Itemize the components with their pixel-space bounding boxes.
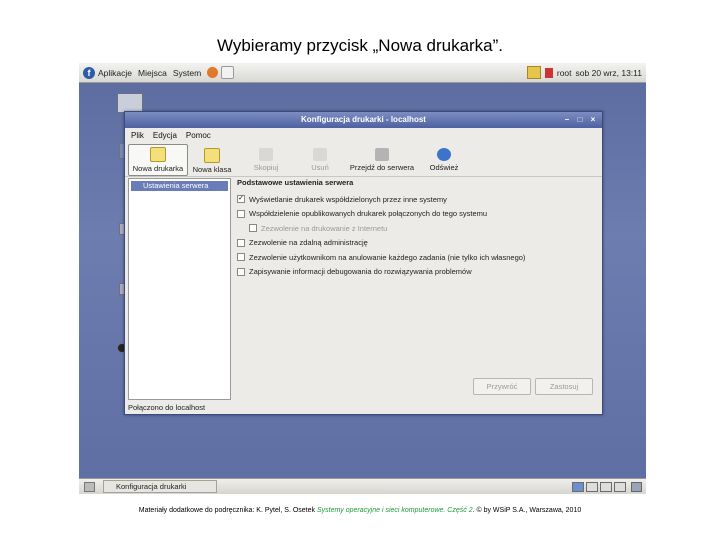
desktop-screen: f Aplikacje Miejsca System root sob 20 w…: [79, 63, 646, 494]
window-titlebar[interactable]: Konfiguracja drukarki - localhost – □ ×: [125, 112, 602, 128]
menu-system[interactable]: System: [173, 68, 201, 78]
toolbar: Nowa drukarka Nowa klasa Skopiuj Usuń Pr…: [125, 142, 602, 177]
menu-file[interactable]: Plik: [131, 131, 144, 140]
copy-button[interactable]: Skopiuj: [236, 146, 296, 176]
apply-button[interactable]: Zastosuj: [535, 378, 593, 395]
checkbox[interactable]: [237, 209, 245, 218]
delete-icon: [313, 148, 327, 161]
taskbar-item-printer-config[interactable]: Konfiguracja drukarki: [103, 480, 217, 493]
user-name: root: [556, 67, 572, 78]
server-icon: [375, 148, 389, 161]
network-icon[interactable]: [544, 67, 553, 78]
slide-footer: Materiały dodatkowe do podręcznika: K. P…: [138, 507, 582, 514]
option-debug-logging[interactable]: Zapisywanie informacji debugowania do ro…: [237, 265, 597, 280]
checkbox[interactable]: [237, 267, 245, 276]
checkbox[interactable]: [249, 224, 257, 233]
clock[interactable]: sob 20 wrz, 13:11: [576, 68, 642, 78]
refresh-icon: [437, 148, 451, 161]
list-item-server-settings[interactable]: Ustawienia serwera: [131, 181, 228, 191]
firefox-icon[interactable]: [207, 67, 219, 78]
menu-edit[interactable]: Edycja: [153, 131, 177, 140]
new-printer-icon: [150, 147, 166, 162]
new-printer-button[interactable]: Nowa drukarka: [128, 144, 188, 176]
maximize-icon[interactable]: □: [575, 115, 585, 125]
printer-config-window: Konfiguracja drukarki - localhost – □ × …: [124, 111, 603, 415]
bottom-panel: Konfiguracja drukarki: [79, 478, 646, 494]
trash-icon[interactable]: [631, 482, 642, 492]
minimize-icon[interactable]: –: [562, 115, 572, 125]
option-share-published[interactable]: Współdzielenie opublikowanych drukarek p…: [237, 207, 597, 222]
option-show-shared[interactable]: ✓ Wyświetlanie drukarek współdzielonych …: [237, 192, 597, 207]
new-class-icon: [204, 148, 220, 163]
goto-server-button[interactable]: Przejdź do serwera: [344, 146, 420, 176]
checkbox[interactable]: [237, 238, 245, 247]
new-class-button[interactable]: Nowa klasa: [182, 146, 242, 176]
show-desktop-icon[interactable]: [84, 482, 95, 492]
status-bar: Połączono do localhost: [128, 403, 206, 412]
menu-applications[interactable]: Aplikacje: [98, 68, 132, 78]
server-settings-pane: Podstawowe ustawienia serwera ✓ Wyświetl…: [237, 178, 597, 398]
fedora-logo-icon[interactable]: f: [83, 66, 95, 79]
checkbox[interactable]: [237, 253, 245, 262]
window-menubar: Plik Edycja Pomoc: [125, 128, 602, 142]
top-panel-right: root sob 20 wrz, 13:11: [523, 63, 642, 82]
option-remote-admin[interactable]: Zezwolenie na zdalną administrację: [237, 236, 597, 251]
footer-book-title: Systemy operacyjne i sieci komputerowe. …: [316, 507, 473, 514]
printer-list: Ustawienia serwera: [128, 178, 231, 400]
close-icon[interactable]: ×: [588, 115, 598, 125]
top-panel: f Aplikacje Miejsca System root sob 20 w…: [79, 63, 646, 83]
mail-icon[interactable]: [221, 66, 235, 79]
option-cancel-any-job[interactable]: Zezwolenie użytkownikom na anulowanie ka…: [237, 250, 597, 265]
delete-button[interactable]: Usuń: [290, 146, 350, 176]
menu-places[interactable]: Miejsca: [138, 68, 167, 78]
window-controls: – □ ×: [559, 112, 598, 125]
computer-desktop-icon[interactable]: [117, 93, 143, 113]
workspace-2[interactable]: [586, 482, 598, 492]
refresh-button[interactable]: Odśwież: [414, 146, 474, 176]
workspace-4[interactable]: [614, 482, 626, 492]
menu-help[interactable]: Pomoc: [186, 131, 211, 140]
checkbox[interactable]: ✓: [237, 195, 245, 204]
section-title: Podstawowe ustawienia serwera: [237, 178, 354, 187]
revert-button[interactable]: Przywróć: [473, 378, 531, 395]
window-title: Konfiguracja drukarki - localhost: [301, 115, 426, 124]
slide-title: Wybieramy przycisk „Nowa drukarka”.: [216, 36, 504, 55]
update-notifier-icon[interactable]: [526, 66, 541, 79]
option-allow-internet[interactable]: Zezwolenie na drukowanie z Internetu: [237, 221, 597, 236]
copy-icon: [259, 148, 273, 161]
workspace-1[interactable]: [572, 482, 584, 492]
workspace-3[interactable]: [600, 482, 612, 492]
